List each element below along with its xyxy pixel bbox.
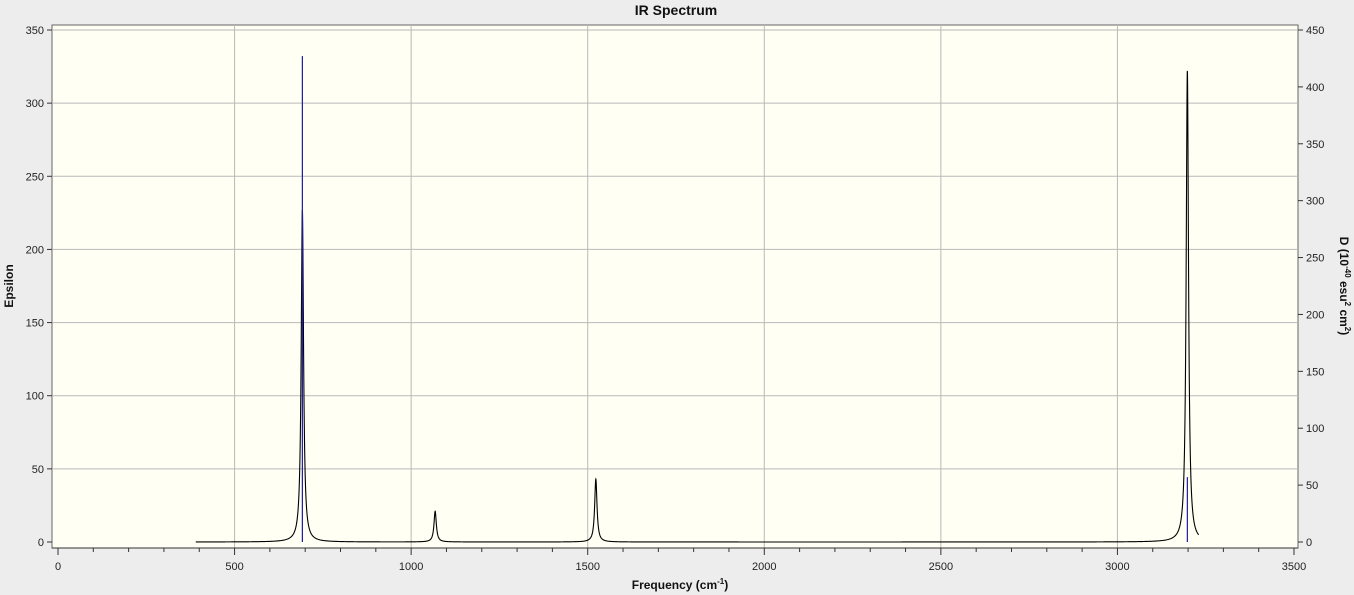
y-tick-label-left: 150 bbox=[26, 318, 44, 330]
y-tick-label-right: 300 bbox=[1306, 196, 1324, 208]
y-tick-label-right: 200 bbox=[1306, 309, 1324, 321]
chart-canvas: IR Spectrum 0 500 1000 1500 2000 2500 3000 3500… bbox=[2, 2, 1352, 592]
x-tick-label: 500 bbox=[225, 561, 243, 573]
y-tick-label-left: 50 bbox=[32, 464, 44, 476]
x-tick-label: 3500 bbox=[1282, 561, 1306, 573]
y-tick-label-right: 100 bbox=[1306, 423, 1324, 435]
chart-title: IR Spectrum bbox=[635, 2, 717, 18]
x-tick-label: 2500 bbox=[929, 561, 953, 573]
y-tick-label-right: 250 bbox=[1306, 253, 1324, 265]
y-tick-label-left: 200 bbox=[26, 244, 44, 256]
y-tick-label-left: 100 bbox=[26, 391, 44, 403]
y-tick-label-right: 350 bbox=[1306, 139, 1324, 151]
y-tick-label-left: 300 bbox=[26, 98, 44, 110]
x-tick-label: 1500 bbox=[575, 561, 599, 573]
y-tick-label-left: 350 bbox=[26, 25, 44, 37]
y-axis-label-left: Epsilon bbox=[2, 264, 16, 307]
ir-spectrum-chart: IR Spectrum 0 500 1000 1500 2000 2500 3000 3500… bbox=[0, 0, 1354, 595]
y-tick-label-right: 0 bbox=[1306, 537, 1312, 549]
x-tick-label: 0 bbox=[55, 561, 61, 573]
x-axis-label: Frequency (cm-1) bbox=[632, 577, 728, 592]
y-tick-label-left: 0 bbox=[38, 537, 44, 549]
x-tick-label: 2000 bbox=[752, 561, 776, 573]
y-tick-label-right: 450 bbox=[1306, 25, 1324, 37]
x-tick-label: 1000 bbox=[399, 561, 423, 573]
x-tick-label: 3000 bbox=[1105, 561, 1129, 573]
y-axis-label-right: D (10-40 esu2 cm2) bbox=[1337, 237, 1352, 336]
y-tick-label-right: 400 bbox=[1306, 82, 1324, 94]
y-tick-label-right: 50 bbox=[1306, 480, 1318, 492]
y-tick-label-left: 250 bbox=[26, 171, 44, 183]
y-tick-label-right: 150 bbox=[1306, 366, 1324, 378]
